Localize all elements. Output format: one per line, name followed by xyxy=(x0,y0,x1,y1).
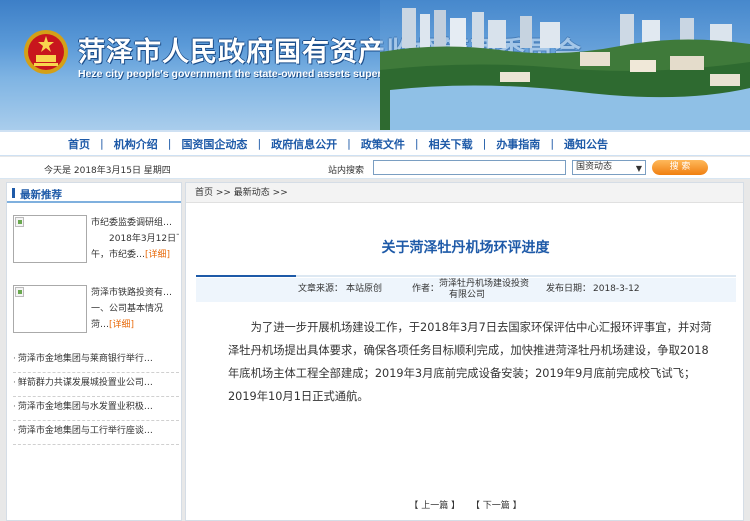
article-title: 关于菏泽牡丹机场环评进度 xyxy=(381,240,550,256)
heading-marker-icon xyxy=(12,188,15,198)
search-label: 站内搜索 xyxy=(328,166,365,176)
broken-image-icon xyxy=(15,217,24,227)
list-item-title[interactable]: 菏泽市金地集团与莱商银行举行… xyxy=(18,354,153,364)
sidebar-heading: 最新推荐 xyxy=(7,183,181,203)
date-label: 发布日期： xyxy=(546,284,592,294)
details-link[interactable]: [详细] xyxy=(109,320,134,330)
news-excerpt-text: 菏… xyxy=(91,320,110,330)
sidebar-recommended: 最新推荐 市纪委监委调研组… 2018年3月12日下 午，市纪委…[详细] 菏泽… xyxy=(6,182,182,521)
search-category-select[interactable]: 国资动态 ▼ xyxy=(572,160,646,175)
date-value: 2018-3-12 xyxy=(593,284,640,294)
news-excerpt: 一、公司基本情况 xyxy=(91,304,164,314)
list-item[interactable]: · 菏泽市金地集团与莱商银行举行… xyxy=(13,349,179,373)
article-body: 为了进一步开展机场建设工作，于2018年3月7日去国家环保评估中心汇报环评事宜，… xyxy=(228,321,712,403)
header-banner: 菏泽市人民政府国有资产监督管理委员会 Heze city people's go… xyxy=(0,0,750,130)
source-label: 文章来源： xyxy=(298,284,344,294)
news-title[interactable]: 菏泽市铁路投资有… xyxy=(91,285,179,301)
title-divider xyxy=(196,275,736,277)
list-item-title[interactable]: 菏泽市金地集团与水发置业积极… xyxy=(18,402,153,412)
list-item[interactable]: · 鲜箭群力共谋发展城投置业公司… xyxy=(13,373,179,397)
bullet-icon: · xyxy=(13,378,16,388)
bullet-icon: · xyxy=(13,354,16,364)
search-input[interactable] xyxy=(373,160,566,175)
news-list: · 菏泽市金地集团与莱商银行举行… · 鲜箭群力共谋发展城投置业公司… · 菏泽市金地… xyxy=(13,349,179,445)
nav-item-guide[interactable]: 办事指南 xyxy=(496,136,540,152)
info-bar: 今天是 2018年3月15日 星期四 站内搜索 国资动态 ▼ 搜 索 xyxy=(0,157,750,179)
sidebar-heading-text: 最新推荐 xyxy=(20,189,62,201)
article-pager: 【 上一篇 】 【 下一篇 】 xyxy=(186,498,745,511)
featured-news-item[interactable]: 菏泽市铁路投资有… 一、公司基本情况 菏…[详细] xyxy=(13,285,178,351)
list-item-title[interactable]: 鲜箭群力共谋发展城投置业公司… xyxy=(18,378,153,388)
nav-separator: | xyxy=(550,137,555,150)
nav-separator: | xyxy=(482,137,487,150)
source-value: 本站原创 xyxy=(346,284,383,294)
broken-image-icon xyxy=(15,287,24,297)
nav-item-organization[interactable]: 机构介绍 xyxy=(114,136,158,152)
bullet-icon: · xyxy=(13,402,16,412)
prev-article-link[interactable]: 【 上一篇 】 xyxy=(409,501,460,511)
search-category-value: 国资动态 xyxy=(576,162,613,172)
chevron-down-icon: ▼ xyxy=(635,164,642,173)
city-skyline-image xyxy=(380,0,750,130)
news-excerpt-text: 午，市纪委… xyxy=(91,250,146,260)
nav-item-gov-info[interactable]: 政府信息公开 xyxy=(271,136,337,152)
author-label: 作者： xyxy=(412,284,440,294)
nav-separator: | xyxy=(100,137,104,150)
list-item-title[interactable]: 菏泽市金地集团与工行举行座谈… xyxy=(18,426,153,436)
main-nav: 首页 | 机构介绍 | 国资国企动态 | 政府信息公开 | 政策文件 | 相关下… xyxy=(0,130,750,156)
nav-item-home[interactable]: 首页 xyxy=(68,136,90,152)
details-link[interactable]: [详细] xyxy=(145,250,170,260)
nav-item-policy[interactable]: 政策文件 xyxy=(361,136,405,152)
news-thumbnail[interactable] xyxy=(13,285,87,333)
nav-item-notices[interactable]: 通知公告 xyxy=(564,136,608,152)
bullet-icon: · xyxy=(13,426,16,436)
nav-separator: | xyxy=(414,137,419,150)
news-excerpt: 菏…[详细] xyxy=(91,317,179,333)
article-panel: 首页 >> 最新动态 >> 关于菏泽牡丹机场环评进度 文章来源： 本站原创 作者… xyxy=(185,182,744,521)
news-excerpt: 午，市纪委…[详细] xyxy=(91,247,179,263)
title-divider-accent xyxy=(196,275,296,277)
current-date: 今天是 2018年3月15日 星期四 xyxy=(44,166,171,176)
nav-separator: | xyxy=(347,137,351,150)
breadcrumb[interactable]: 首页 >> 最新动态 >> xyxy=(186,183,743,203)
news-excerpt: 2018年3月12日下 xyxy=(109,234,179,244)
featured-news-item[interactable]: 市纪委监委调研组… 2018年3月12日下 午，市纪委…[详细] xyxy=(13,215,179,281)
article-meta: 文章来源： 本站原创 作者： 菏泽牡丹机场建设投资 有限公司 发布日期： 201… xyxy=(196,278,736,302)
search-button-label: 搜 索 xyxy=(669,162,691,172)
nav-separator: | xyxy=(167,137,172,150)
next-article-link[interactable]: 【 下一篇 】 xyxy=(471,501,522,511)
list-item[interactable]: · 菏泽市金地集团与水发置业积极… xyxy=(13,397,179,421)
nav-separator: | xyxy=(257,137,262,150)
news-title[interactable]: 市纪委监委调研组… xyxy=(91,215,179,231)
author-value: 菏泽牡丹机场建设投资 xyxy=(439,279,530,289)
search-button[interactable]: 搜 索 xyxy=(652,160,708,175)
nav-item-downloads[interactable]: 相关下载 xyxy=(429,136,473,152)
national-emblem-icon xyxy=(24,30,68,74)
news-thumbnail[interactable] xyxy=(13,215,87,263)
author-value: 有限公司 xyxy=(449,290,486,300)
list-item[interactable]: · 菏泽市金地集团与工行举行座谈… xyxy=(13,421,179,445)
nav-item-news[interactable]: 国资国企动态 xyxy=(181,136,247,152)
